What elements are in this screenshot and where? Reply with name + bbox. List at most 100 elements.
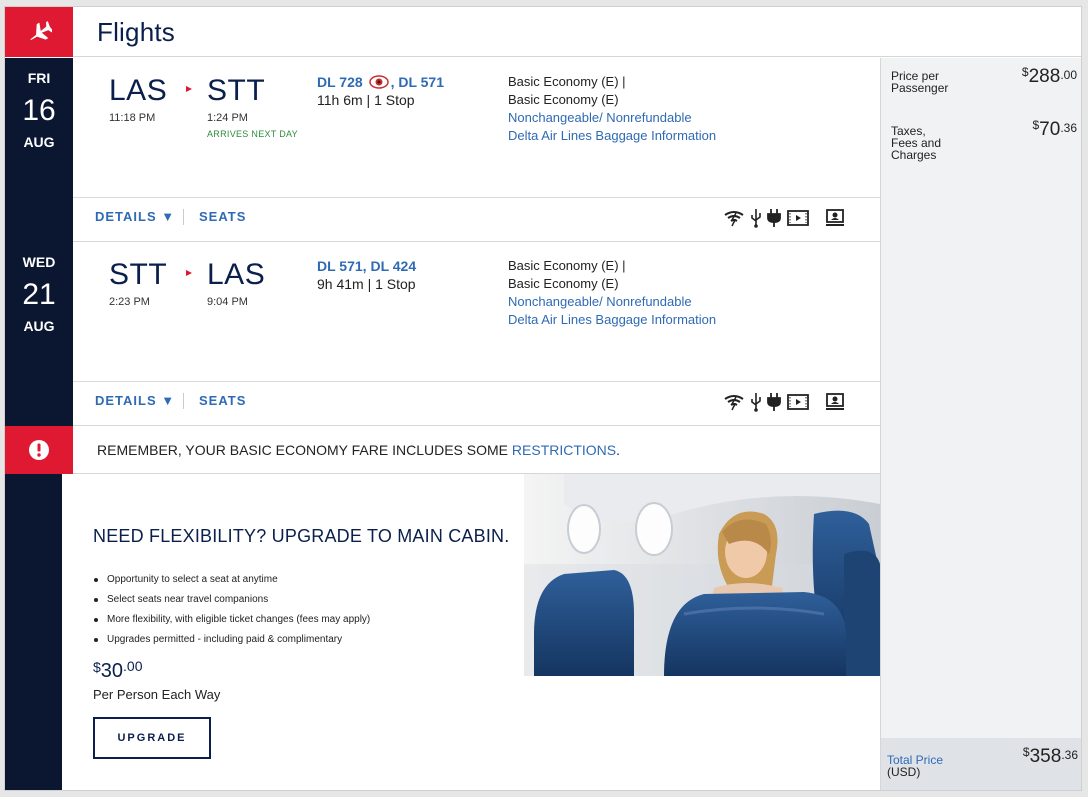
plane-icon-box [5,7,73,57]
seats-link[interactable]: SEATS [199,393,246,408]
leg-date: WED 21 AUG [5,242,73,426]
currency-symbol: $ [1021,65,1029,79]
baggage-info-link[interactable]: Delta Air Lines Baggage Information [508,128,716,143]
flight-duration: 9h 41m | 1 Stop [317,276,416,292]
usb-icon [751,393,761,412]
promo-headline: NEED FLEXIBILITY? UPGRADE TO MAIN CABIN. [93,526,510,546]
amount-cents: .36 [1060,121,1077,135]
cabin-photo [524,474,880,676]
price-symbol: $ [93,659,101,675]
list-item: Opportunity to select a seat at anytime [93,574,370,594]
destination-airport: LAS [207,258,266,291]
price-unit: Per Person Each Way [93,687,221,702]
price-cents: .00 [123,658,143,674]
leg-day-of-week: FRI [27,70,51,86]
itinerary-main: FRI 16 AUG LAS 11:18 PM STT 1:24 PM ARRI… [5,58,880,790]
cabin-photo-image [524,474,880,676]
power-plug-icon [767,209,781,227]
total-price-amount: $358.36 [1022,745,1078,768]
fare-class: Basic Economy (E) | [508,74,626,89]
taxes-amount: $70.36 [1032,118,1077,141]
baggage-info-link[interactable]: Delta Air Lines Baggage Information [508,312,716,327]
list-item: Select seats near travel companions [93,594,370,614]
flight-number-link[interactable]: DL 571 [398,74,444,90]
wifi-icon [724,395,744,411]
details-toggle[interactable]: DETAILS ▼ [95,393,175,408]
total-price-row: Total Price (USD) $358.36 [881,738,1081,790]
flight-number-link[interactable]: DL 424 [370,258,416,274]
power-plug-icon [767,393,781,411]
restrictions-link[interactable]: RESTRICTIONS [512,442,616,458]
leg-day: 21 [22,278,56,311]
amount-whole: 358 [1029,746,1062,767]
total-currency: (USD) [887,765,921,779]
seatback-screen-icon [826,209,844,226]
video-icon [787,394,809,410]
fare-policy-link[interactable]: Nonchangeable/ Nonrefundable [508,110,692,125]
flight-leg-return: WED 21 AUG STT 2:23 PM LAS 9:04 PM DL 57… [5,242,880,426]
divider [73,381,880,382]
departure-time: 11:18 PM [109,112,156,124]
leg-date: FRI 16 AUG [5,58,73,242]
route-arrow-icon [186,86,192,92]
promo-side-bar [5,474,62,790]
fare-class: Basic Economy (E) | [508,258,626,273]
flight-summary-card: Flights FRI 16 AUG LAS 11:18 PM STT 1:24… [4,6,1082,791]
divider [183,209,184,225]
flight-duration: 11h 6m | 1 Stop [317,92,415,108]
upgrade-promo: NEED FLEXIBILITY? UPGRADE TO MAIN CABIN.… [5,474,880,790]
origin-airport: STT [109,258,168,291]
upgrade-button[interactable]: UPGRADE [93,717,211,759]
label-line: Charges [891,148,937,162]
upgrade-price: $30.00 [93,658,143,683]
fare-class: Basic Economy (E) [508,276,619,291]
amenities [723,208,845,228]
amount-cents: .00 [1060,68,1077,82]
alert-icon-box [5,426,73,474]
price-whole: 30 [100,660,124,682]
leg-day-of-week: WED [22,254,56,270]
usb-icon [751,209,761,228]
video-icon [787,210,809,226]
restriction-banner: REMEMBER, YOUR BASIC ECONOMY FARE INCLUD… [5,426,880,474]
flight-number-link[interactable]: DL 728 [317,74,363,90]
amount-whole: 70 [1039,119,1061,140]
seatback-screen-icon [826,393,844,410]
price-summary: Price per Passenger $288.00 Taxes, Fees … [880,58,1081,790]
amount-whole: 288 [1028,66,1061,87]
seats-link[interactable]: SEATS [199,209,246,224]
arrival-time: 1:24 PM [207,112,248,124]
promo-benefits-list: Opportunity to select a seat at anytime … [93,574,370,654]
eye-icon [368,75,389,89]
taxes-label: Taxes, Fees and Charges [891,125,941,161]
origin-airport: LAS [109,74,168,107]
currency-symbol: $ [1032,118,1040,132]
label-line: Passenger [891,81,949,95]
divider [73,197,880,198]
leg-month: AUG [23,134,55,150]
plane-icon [30,21,52,41]
list-item: Upgrades permitted - including paid & co… [93,634,370,654]
fare-class: Basic Economy (E) [508,92,619,107]
amount-cents: .36 [1061,748,1078,762]
flight-number-link[interactable]: DL 571 [317,258,363,274]
arrival-time: 9:04 PM [207,296,248,308]
flights-header: Flights [5,7,1081,57]
restriction-message: REMEMBER, YOUR BASIC ECONOMY FARE INCLUD… [97,442,620,458]
flight-leg-outbound: FRI 16 AUG LAS 11:18 PM STT 1:24 PM ARRI… [5,58,880,242]
departure-time: 2:23 PM [109,296,150,308]
leg-month: AUG [23,318,55,334]
arrives-next-day-note: ARRIVES NEXT DAY [207,129,298,139]
leg-day: 16 [22,94,56,127]
amenities [723,392,845,412]
page-title: Flights [97,17,175,47]
currency-symbol: $ [1022,745,1030,759]
restriction-text: REMEMBER, YOUR BASIC ECONOMY FARE INCLUD… [97,442,512,458]
wifi-icon [724,211,744,227]
fare-policy-link[interactable]: Nonchangeable/ Nonrefundable [508,294,692,309]
divider [183,393,184,409]
restriction-end: . [616,442,621,458]
route-arrow-icon [186,270,192,276]
price-per-passenger-label: Price per Passenger [891,70,948,94]
details-toggle[interactable]: DETAILS ▼ [95,209,175,224]
